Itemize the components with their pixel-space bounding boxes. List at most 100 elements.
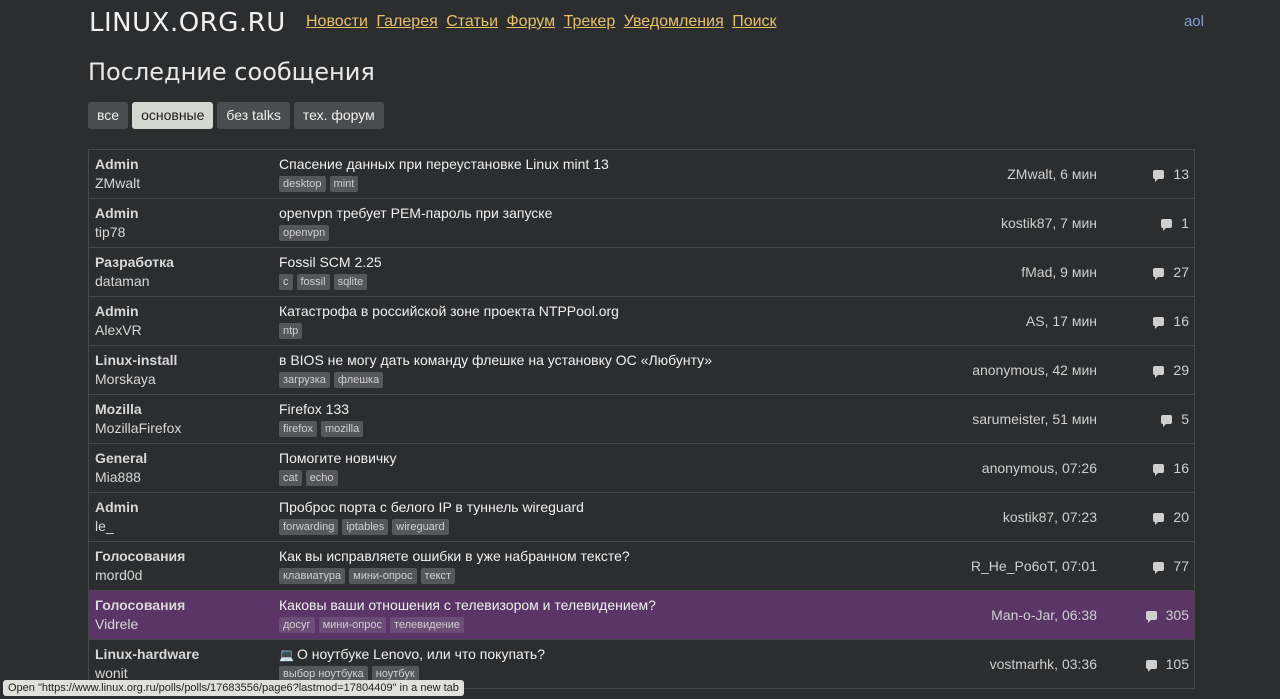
topic-title-text[interactable]: Firefox 133 xyxy=(279,401,349,417)
group-link[interactable]: Admin xyxy=(95,303,139,319)
last-comment[interactable]: kostik87, 7 мин xyxy=(1001,215,1097,231)
topic-tag[interactable]: desktop xyxy=(279,176,326,192)
topic-title-text[interactable]: Как вы исправляете ошибки в уже набранно… xyxy=(279,548,630,564)
comment-count[interactable]: 27 xyxy=(1153,264,1189,280)
filter-all[interactable]: все xyxy=(88,102,129,129)
group-link[interactable]: Mozilla xyxy=(95,401,142,417)
topic-tag[interactable]: мини-опрос xyxy=(349,568,417,584)
nav-forum[interactable]: Форум xyxy=(507,13,556,30)
topic-tag[interactable]: echo xyxy=(305,470,338,486)
topic-tag[interactable]: firefox xyxy=(279,421,317,437)
topic-tag[interactable]: mozilla xyxy=(320,421,364,437)
topic-title-text[interactable]: в BIOS не могу дать команду флешке на ус… xyxy=(279,352,712,368)
topic-tag[interactable]: cat xyxy=(279,470,302,486)
group-link[interactable]: Linux-install xyxy=(95,352,177,368)
author-link[interactable]: MozillaFirefox xyxy=(95,420,181,436)
topic-title-text[interactable]: О ноутбуке Lenovo, или что покупать? xyxy=(297,646,545,662)
topic-title-text[interactable]: Катастрофа в российской зоне проекта NTP… xyxy=(279,303,619,319)
comment-count[interactable]: 105 xyxy=(1145,656,1189,672)
topic-title[interactable]: Fossil SCM 2.25 xyxy=(279,254,382,270)
group-link[interactable]: Голосования xyxy=(95,548,185,564)
last-comment[interactable]: AS, 17 мин xyxy=(1026,313,1097,329)
last-comment[interactable]: R_He_Po6oT, 07:01 xyxy=(971,558,1097,574)
topic-title[interactable]: openvpn требует PEM-пароль при запуске xyxy=(279,205,552,221)
topic-title[interactable]: Firefox 133 xyxy=(279,401,349,417)
comment-count[interactable]: 16 xyxy=(1153,313,1189,329)
group-link[interactable]: General xyxy=(95,450,147,466)
nav-gallery[interactable]: Галерея xyxy=(376,13,437,30)
last-comment[interactable]: ZMwalt, 6 мин xyxy=(1007,166,1097,182)
comment-count[interactable]: 20 xyxy=(1153,509,1189,525)
author-link[interactable]: dataman xyxy=(95,273,149,289)
topic-title[interactable]: Помогите новичку xyxy=(279,450,396,466)
nav-articles[interactable]: Статьи xyxy=(446,13,498,30)
topic-title-text[interactable]: Fossil SCM 2.25 xyxy=(279,254,382,270)
nav-search[interactable]: Поиск xyxy=(732,13,776,30)
topic-title[interactable]: в BIOS не могу дать команду флешке на ус… xyxy=(279,352,712,368)
group-link[interactable]: Admin xyxy=(95,499,139,515)
topic-tag[interactable]: iptables xyxy=(342,519,389,535)
author-link[interactable]: ZMwalt xyxy=(95,175,140,191)
comment-count[interactable]: 29 xyxy=(1153,362,1189,378)
comment-count[interactable]: 16 xyxy=(1153,460,1189,476)
user-link[interactable]: aol xyxy=(1184,13,1204,30)
topic-title[interactable]: Спасение данных при переустановке Linux … xyxy=(279,156,609,172)
topic-title[interactable]: Проброс порта с белого IP в туннель wire… xyxy=(279,499,584,515)
topic-title-text[interactable]: openvpn требует PEM-пароль при запуске xyxy=(279,205,552,221)
last-comment[interactable]: vostmarhk, 03:36 xyxy=(990,656,1097,672)
author-link[interactable]: Morskaya xyxy=(95,371,156,387)
topic-tag[interactable]: ntp xyxy=(279,323,303,339)
comment-count[interactable]: 77 xyxy=(1153,558,1189,574)
comment-count[interactable]: 13 xyxy=(1153,166,1189,182)
topic-title[interactable]: Как вы исправляете ошибки в уже набранно… xyxy=(279,548,630,564)
topic-tag[interactable]: мини-опрос xyxy=(318,617,386,633)
topic-title-text[interactable]: Спасение данных при переустановке Linux … xyxy=(279,156,609,172)
group-link[interactable]: Разработка xyxy=(95,254,174,270)
filter-no-talks[interactable]: без talks xyxy=(217,102,290,129)
last-comment[interactable]: kostik87, 07:23 xyxy=(1003,509,1097,525)
author-link[interactable]: tip78 xyxy=(95,224,125,240)
topic-tag[interactable]: клавиатура xyxy=(279,568,346,584)
topic-tag[interactable]: телевидение xyxy=(389,617,465,633)
author-link[interactable]: AlexVR xyxy=(95,322,142,338)
last-comment[interactable]: anonymous, 42 мин xyxy=(972,362,1097,378)
topic-title-text[interactable]: Проброс порта с белого IP в туннель wire… xyxy=(279,499,584,515)
topic-tag[interactable]: mint xyxy=(329,176,359,192)
group-link[interactable]: Admin xyxy=(95,156,139,172)
author-link[interactable]: le_ xyxy=(95,518,114,534)
last-comment[interactable]: Man-o-Jar, 06:38 xyxy=(991,607,1097,623)
topic-title[interactable]: Катастрофа в российской зоне проекта NTP… xyxy=(279,303,619,319)
comment-count[interactable]: 1 xyxy=(1161,215,1189,231)
author-link[interactable]: Mia888 xyxy=(95,469,141,485)
topic-title-text[interactable]: Каковы ваши отношения с телевизором и те… xyxy=(279,597,656,613)
comment-count[interactable]: 305 xyxy=(1145,607,1189,623)
topic-title-text[interactable]: Помогите новичку xyxy=(279,450,396,466)
topic-tag[interactable]: загрузка xyxy=(279,372,330,388)
topic-tag[interactable]: флешка xyxy=(333,372,384,388)
last-comment[interactable]: sarumeister, 51 мин xyxy=(972,411,1097,427)
topic-tag[interactable]: текст xyxy=(420,568,456,584)
topic-tag[interactable]: sqlite xyxy=(333,274,368,290)
topic-tag[interactable]: fossil xyxy=(296,274,330,290)
last-comment[interactable]: fMad, 9 мин xyxy=(1021,264,1097,280)
site-logo[interactable]: LINUX.ORG.RU xyxy=(89,8,286,38)
nav-news[interactable]: Новости xyxy=(306,13,368,30)
filter-tech-forum[interactable]: тех. форум xyxy=(293,102,384,129)
topic-tag[interactable]: c xyxy=(279,274,293,290)
topic-tag[interactable]: досуг xyxy=(279,617,315,633)
author-link[interactable]: mord0d xyxy=(95,567,142,583)
topic-title[interactable]: 💻 О ноутбуке Lenovo, или что покупать? xyxy=(279,646,545,662)
topic-title[interactable]: Каковы ваши отношения с телевизором и те… xyxy=(279,597,656,613)
group-link[interactable]: Linux-hardware xyxy=(95,646,199,662)
filter-main[interactable]: основные xyxy=(132,102,214,129)
topic-tag[interactable]: openvpn xyxy=(279,225,330,241)
author-link[interactable]: Vidrele xyxy=(95,616,138,632)
group-link[interactable]: Admin xyxy=(95,205,139,221)
topic-tag[interactable]: forwarding xyxy=(279,519,339,535)
nav-tracker[interactable]: Трекер xyxy=(564,13,616,30)
comment-count[interactable]: 5 xyxy=(1161,411,1189,427)
nav-notifications[interactable]: Уведомления xyxy=(624,13,724,30)
author-link[interactable]: wonit xyxy=(95,665,128,681)
topic-tag[interactable]: wireguard xyxy=(392,519,449,535)
group-link[interactable]: Голосования xyxy=(95,597,185,613)
